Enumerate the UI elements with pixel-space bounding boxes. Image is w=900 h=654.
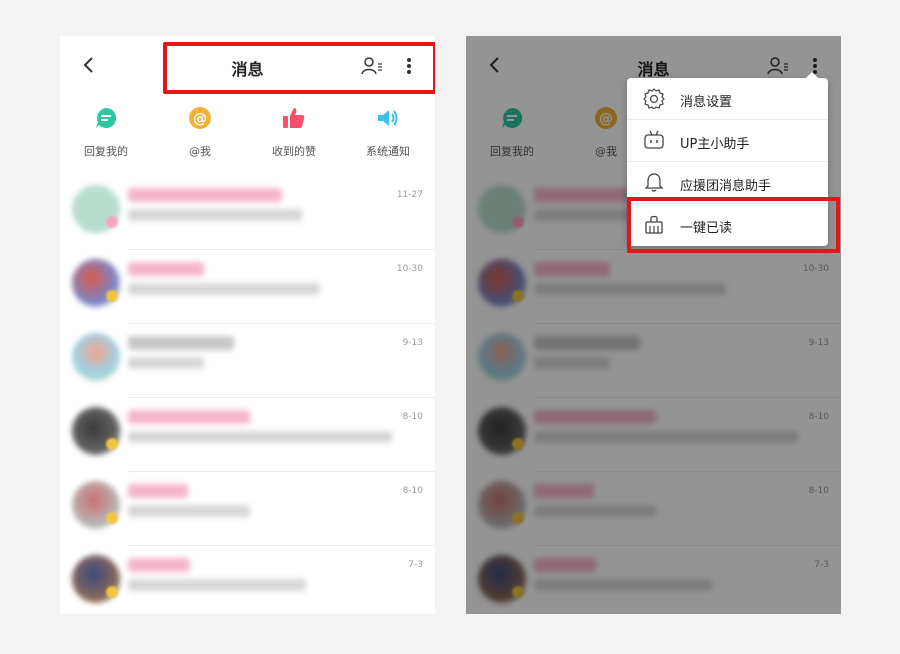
message-row[interactable]: 9-13 [60,324,435,398]
message-date: 7-3 [408,560,423,570]
message-date: 9-13 [402,338,423,348]
avatar-badge [106,438,118,450]
category-label: @我 [189,145,211,158]
speaker-icon [378,110,398,126]
message-date: 8-10 [402,412,423,422]
category-likes[interactable]: 收到的赞 [254,106,334,159]
sender-name-blurred [128,558,190,572]
category-label: 系统通知 [366,145,410,158]
category-label: 回复我的 [84,145,128,158]
reply-chat-icon [96,107,117,128]
message-list: 11-27 10-30 9-13 8-10 [60,176,435,614]
message-preview-blurred [128,431,392,443]
menu-item-message-settings[interactable]: 消息设置 [627,78,828,120]
avatar-badge [106,586,118,598]
message-preview-blurred [128,209,302,221]
sender-name-blurred [128,188,282,202]
avatar-badge [106,216,118,228]
message-date: 8-10 [402,486,423,496]
category-system[interactable]: 系统通知 [348,106,428,159]
avatar-badge [106,290,118,302]
message-preview-blurred [128,505,250,517]
messages-screen-left: 消息 回复我的 @ @我 收到的赞 系统通知 11-27 10-30 9-13 … [60,36,435,614]
gear-icon [643,88,665,109]
message-date: 11-27 [396,190,423,200]
bilibili-tv-icon [644,130,664,149]
header-highlight-box [163,42,435,94]
menu-item-label: 应援团消息助手 [680,179,772,194]
sender-name-blurred [128,262,204,276]
message-row[interactable]: 8-10 [60,398,435,472]
sender-name-blurred [128,410,250,424]
menu-item-label: UP主小助手 [680,137,750,152]
message-row[interactable]: 11-27 [60,176,435,250]
message-row[interactable]: 7-3 [60,546,435,614]
at-icon: @ [189,107,211,129]
menu-item-up-helper[interactable]: UP主小助手 [627,120,828,162]
message-row[interactable]: 10-30 [60,250,435,324]
bell-icon [644,173,664,192]
message-preview-blurred [128,357,204,369]
category-at[interactable]: @ @我 [160,106,240,159]
mark-all-read-highlight-box [627,197,840,253]
sender-name-blurred [128,484,188,498]
category-row: 回复我的 @ @我 收到的赞 系统通知 [60,106,435,166]
category-reply[interactable]: 回复我的 [66,106,146,159]
menu-item-label: 消息设置 [680,95,733,110]
svg-text:@: @ [193,111,207,127]
category-label: 收到的赞 [272,145,316,158]
message-row[interactable]: 8-10 [60,472,435,546]
avatar-badge [106,512,118,524]
messages-screen-right: 消息 回复我的 @ @我 10-30 9-13 8-10 8-10 7-3 消息… [466,36,841,614]
message-preview-blurred [128,579,306,591]
thumbs-up-icon [283,108,305,128]
sender-name-blurred [128,336,234,350]
message-date: 10-30 [396,264,423,274]
message-preview-blurred [128,283,320,295]
avatar [72,333,120,381]
